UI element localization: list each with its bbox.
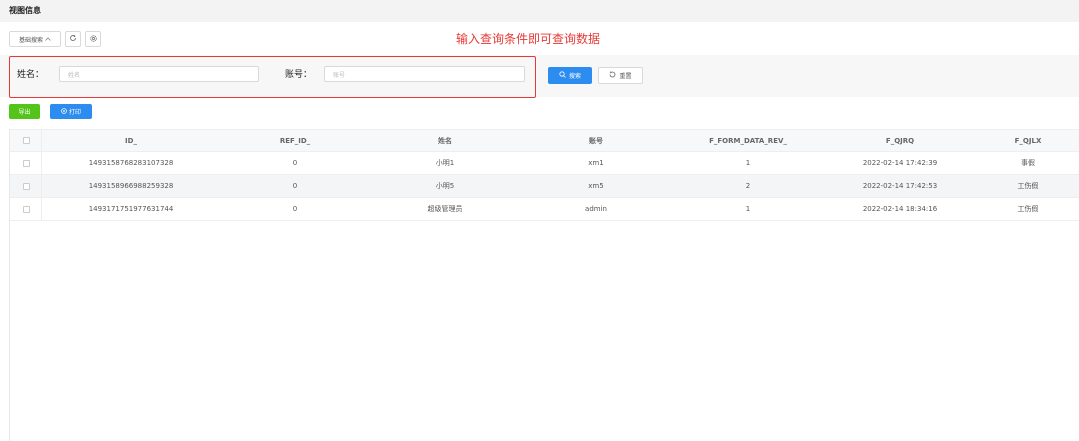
table-cell: 0 xyxy=(292,159,298,167)
table-cell: 1493171751977631744 xyxy=(88,205,174,213)
table-cell: 小明5 xyxy=(435,182,455,190)
print-icon xyxy=(61,107,67,116)
gear-icon xyxy=(89,34,98,45)
settings-button[interactable] xyxy=(85,31,101,47)
table-cell: admin xyxy=(585,205,607,213)
reset-button[interactable]: 重置 xyxy=(598,67,643,84)
column-header[interactable]: F_QJLX xyxy=(976,137,1079,145)
column-divider xyxy=(41,129,42,221)
table-cell: 超级管理员 xyxy=(427,205,463,213)
table-row[interactable]: 1493171751977631744 0 超级管理员 admin 1 2022… xyxy=(10,198,1079,221)
table-cell: 1493158768283107328 xyxy=(88,159,174,167)
table-row[interactable]: 1493158768283107328 0 小明1 xm1 1 2022-02-… xyxy=(10,152,1079,175)
column-header[interactable]: F_FORM_DATA_REV_ xyxy=(672,137,824,145)
table-cell: 1493158966988259328 xyxy=(88,182,174,190)
column-header[interactable]: REF_ID_ xyxy=(220,137,370,145)
column-header[interactable]: 姓名 xyxy=(370,136,520,146)
table-cell: 小明1 xyxy=(435,159,455,167)
refresh-icon xyxy=(69,34,77,44)
chevron-up-icon xyxy=(45,36,51,43)
search-hint-text: 输入查询条件即可查询数据 xyxy=(456,32,601,46)
print-button-label: 打印 xyxy=(68,109,81,116)
advanced-search-label: 基础搜索 xyxy=(18,36,43,44)
print-button[interactable]: 打印 xyxy=(50,104,92,119)
search-button-label: 搜索 xyxy=(568,73,581,80)
table-cell: 2022-02-14 18:34:16 xyxy=(862,205,938,213)
table-cell: 事假 xyxy=(1021,159,1035,167)
toolbar: 基础搜索 xyxy=(9,31,101,47)
account-placeholder: 账号 xyxy=(333,71,346,79)
table-cell: 0 xyxy=(292,205,298,213)
reset-button-label: 重置 xyxy=(619,73,632,80)
table-cell: 2022-02-14 17:42:39 xyxy=(862,159,938,167)
table-cell: 2 xyxy=(745,182,751,190)
table-cell: xm5 xyxy=(588,182,604,190)
table-cell: xm1 xyxy=(588,159,604,167)
export-button-label: 导出 xyxy=(18,109,31,116)
table-cell: 1 xyxy=(745,159,751,167)
name-label: 姓名： xyxy=(17,70,45,80)
table-cell: 工伤假 xyxy=(1017,205,1039,213)
select-all-checkbox[interactable] xyxy=(10,137,42,144)
search-icon xyxy=(559,71,566,80)
reset-icon xyxy=(609,71,616,80)
name-placeholder: 姓名 xyxy=(68,71,81,79)
column-header[interactable]: ID_ xyxy=(42,137,220,145)
table-header-row: ID_ REF_ID_ 姓名 账号 F_FORM_DATA_REV_ F_QJR… xyxy=(10,129,1079,152)
table-cell: 0 xyxy=(292,182,298,190)
table-cell: 1 xyxy=(745,205,751,213)
account-label: 账号： xyxy=(285,70,313,80)
data-table: ID_ REF_ID_ 姓名 账号 F_FORM_DATA_REV_ F_QJR… xyxy=(9,129,1079,441)
table-cell: 工伤假 xyxy=(1017,182,1039,190)
table-row[interactable]: 1493158966988259328 0 小明5 xm5 2 2022-02-… xyxy=(10,175,1079,198)
row-checkbox[interactable] xyxy=(10,205,42,213)
column-header[interactable]: 账号 xyxy=(520,136,672,146)
account-input[interactable]: 账号 xyxy=(324,66,525,82)
header-bar: 视图信息 xyxy=(0,0,1079,22)
export-button[interactable]: 导出 xyxy=(9,104,40,119)
row-checkbox[interactable] xyxy=(10,159,42,167)
name-input[interactable]: 姓名 xyxy=(59,66,259,82)
advanced-search-toggle[interactable]: 基础搜索 xyxy=(9,31,61,47)
search-button[interactable]: 搜索 xyxy=(548,67,592,84)
page-title: 视图信息 xyxy=(9,6,41,15)
column-header[interactable]: F_QJRQ xyxy=(824,137,976,145)
table-cell: 2022-02-14 17:42:53 xyxy=(862,182,938,190)
refresh-button[interactable] xyxy=(65,31,81,47)
row-checkbox[interactable] xyxy=(10,182,42,190)
